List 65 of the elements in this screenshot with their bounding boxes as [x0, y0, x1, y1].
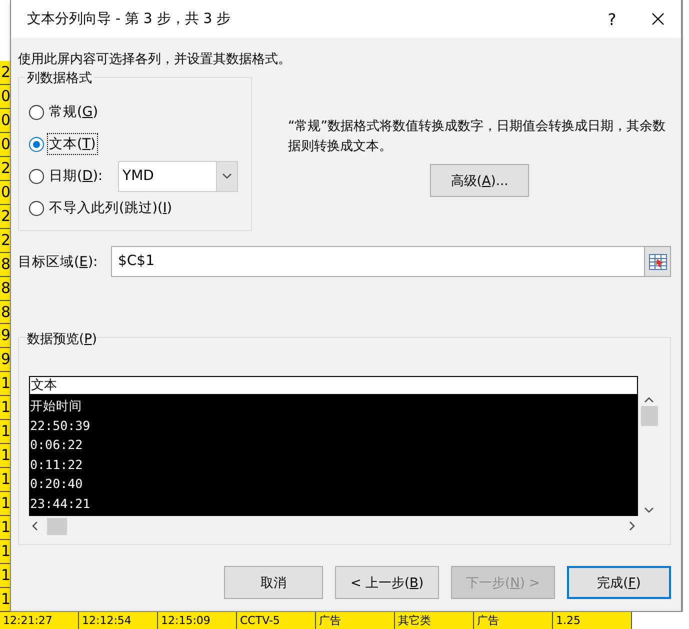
preview-column[interactable]: 开始时间 22:50:39 0:06:22 0:11:22 0:20:40 23:44:21 — [29, 395, 638, 516]
preview-cell-text: 开始时间 — [29, 397, 83, 415]
scroll-thumb[interactable] — [640, 406, 658, 426]
dialog-button[interactable]: < 上一步(B) — [335, 566, 439, 599]
spreadsheet-cell: 2 — [0, 228, 10, 253]
spreadsheet-cell: 9 — [0, 348, 10, 372]
preview-cell-text: 0:11:22 — [29, 456, 84, 474]
destination-field[interactable]: $C$1 — [111, 246, 671, 277]
spreadsheet-cell: CCTV-5 — [237, 612, 316, 629]
instruction-text: 使用此屏内容可选择各列，并设置其数据格式。 — [18, 51, 292, 68]
column-header[interactable]: 文本 — [29, 376, 638, 395]
window-title: 文本分列向导 - 第 3 步，共 3 步 — [27, 10, 232, 28]
spreadsheet-cell: 1 — [0, 468, 10, 492]
spreadsheet-cell: 2 — [0, 61, 10, 85]
spreadsheet-cell: 2 — [0, 156, 10, 181]
description-text: “常规”数据格式将数值转换成数字，日期值会转换成日期，其余数据则转换成文本。 — [288, 118, 666, 156]
spreadsheet-cell: 1 — [0, 540, 10, 564]
spreadsheet-cell: 0 — [0, 84, 10, 109]
spreadsheet-cell: 0 — [0, 180, 10, 205]
spreadsheet-cell: 8 — [0, 300, 10, 324]
close-icon — [652, 13, 664, 25]
spreadsheet-cell: 广告 — [474, 612, 553, 629]
preview-cell-text: 0:06:22 — [29, 436, 84, 454]
preview-cell-text: 22:50:39 — [29, 416, 92, 434]
preview-cell-text: 23:44:21 — [29, 494, 92, 512]
radio-button[interactable] — [29, 136, 44, 152]
scroll-thumb[interactable] — [47, 518, 67, 534]
destination-label: 目标区域(E): — [18, 252, 99, 270]
spreadsheet-cell: 1.25 — [553, 612, 632, 629]
spreadsheet-cell: 9 — [0, 324, 10, 348]
spreadsheet-cell: 0 — [0, 108, 10, 133]
spreadsheet-cell: 2 — [0, 204, 10, 229]
radio-label: 日期(D): — [48, 167, 104, 186]
date-format-dropdown[interactable]: YMD — [118, 160, 238, 192]
preview-cell-text: 0:20:40 — [29, 475, 84, 493]
spreadsheet-cell: 其它类 — [395, 612, 474, 629]
dialog-button[interactable]: 取消 — [224, 566, 323, 599]
group-legend: 数据预览(P) — [25, 330, 99, 348]
spreadsheet-cell: 1 — [0, 444, 10, 468]
radio-button[interactable] — [29, 168, 44, 184]
group-legend: 列数据格式 — [25, 69, 94, 87]
table-icon — [648, 254, 666, 270]
spreadsheet-cell: 1 — [0, 588, 10, 612]
spreadsheet-cell: 1 — [0, 516, 10, 540]
spreadsheet-cell: 12:12:54 — [79, 612, 158, 629]
spreadsheet-cell: 0 — [0, 132, 10, 157]
radio-button[interactable] — [29, 104, 44, 120]
spreadsheet-cell: 8 — [0, 252, 10, 277]
spreadsheet-cell: 12:21:27 — [0, 612, 79, 629]
advanced-button[interactable]: 高级(A)... — [430, 164, 529, 197]
radio-label: 不导入此列(跳过)(I) — [48, 199, 174, 218]
spreadsheet-cell: 1 — [0, 372, 10, 396]
dialog-button[interactable]: 完成(F) — [567, 566, 671, 599]
radio-label: 常规(G) — [48, 103, 100, 122]
spreadsheet-cell: 1 — [0, 492, 10, 516]
spreadsheet-cell: 广告 — [316, 612, 395, 629]
spreadsheet-cell: 1 — [0, 420, 10, 444]
radio-button[interactable] — [29, 200, 44, 216]
spreadsheet-cell: 8 — [0, 276, 10, 301]
radio-label: 文本(T) — [48, 134, 97, 154]
spreadsheet-cell: 1 — [0, 564, 10, 588]
spreadsheet-cell: 12:15:09 — [158, 612, 237, 629]
range-picker-button[interactable] — [644, 247, 670, 276]
spreadsheet-cell: 1 — [0, 396, 10, 420]
help-button[interactable]: ? — [589, 0, 635, 38]
